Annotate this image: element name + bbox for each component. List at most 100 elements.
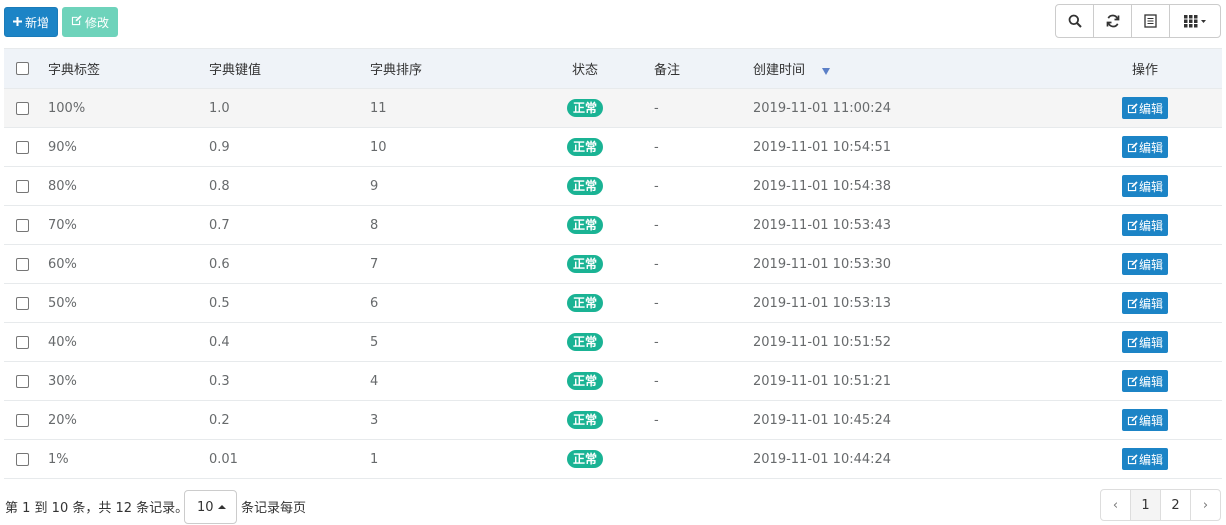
cell-status: 正常 bbox=[567, 99, 604, 117]
row-edit-button[interactable]: 编辑 bbox=[1122, 136, 1169, 158]
page-2-button[interactable]: 2 bbox=[1160, 489, 1191, 521]
row-checkbox[interactable] bbox=[16, 452, 29, 466]
row-edit-button[interactable]: 编辑 bbox=[1122, 175, 1169, 197]
row-checkbox[interactable] bbox=[16, 296, 29, 310]
row-checkbox[interactable] bbox=[16, 257, 29, 271]
cell-status: 正常 bbox=[567, 177, 604, 195]
row-edit-button[interactable]: 编辑 bbox=[1122, 448, 1169, 470]
cell-remark: - bbox=[654, 139, 659, 155]
cell-value: 0.4 bbox=[209, 334, 230, 350]
row-checkbox[interactable] bbox=[16, 374, 29, 388]
table-row[interactable]: 80% 0.8 9 正常 - 2019-11-01 10:54:38 编辑 bbox=[4, 167, 1222, 206]
cell-op: 编辑 bbox=[1122, 175, 1169, 197]
cell-status: 正常 bbox=[567, 138, 604, 156]
prev-page-button[interactable]: ‹ bbox=[1100, 489, 1131, 521]
search-icon bbox=[1068, 14, 1082, 28]
cell-sort: 10 bbox=[370, 139, 387, 155]
cell-sort: 3 bbox=[370, 412, 379, 428]
edit-icon bbox=[1127, 414, 1138, 425]
row-edit-button[interactable]: 编辑 bbox=[1122, 253, 1169, 275]
header-created[interactable]: 创建时间 bbox=[753, 59, 805, 78]
edit-icon bbox=[1127, 180, 1138, 191]
row-edit-label: 编辑 bbox=[1139, 140, 1164, 155]
cell-status: 正常 bbox=[567, 450, 604, 468]
status-badge: 正常 bbox=[567, 411, 604, 429]
toggle-view-icon bbox=[1144, 14, 1157, 28]
cell-op: 编辑 bbox=[1122, 214, 1169, 236]
row-edit-label: 编辑 bbox=[1139, 257, 1164, 272]
row-edit-button[interactable]: 编辑 bbox=[1122, 214, 1169, 236]
cell-created: 2019-11-01 11:00:24 bbox=[753, 100, 892, 116]
table-row[interactable]: 30% 0.3 4 正常 - 2019-11-01 10:51:21 编辑 bbox=[4, 362, 1222, 401]
cell-sort: 7 bbox=[370, 256, 379, 272]
table-row[interactable]: 50% 0.5 6 正常 - 2019-11-01 10:53:13 编辑 bbox=[4, 284, 1222, 323]
table-row[interactable]: 20% 0.2 3 正常 - 2019-11-01 10:45:24 编辑 bbox=[4, 401, 1222, 440]
cell-label: 1% bbox=[48, 451, 69, 467]
cell-created: 2019-11-01 10:53:13 bbox=[753, 295, 892, 311]
header-label[interactable]: 字典标签 bbox=[48, 59, 100, 78]
table-row[interactable]: 90% 0.9 10 正常 - 2019-11-01 10:54:51 编辑 bbox=[4, 128, 1222, 167]
header-value[interactable]: 字典键值 bbox=[209, 59, 261, 78]
row-checkbox[interactable] bbox=[16, 179, 29, 193]
table-row[interactable]: 70% 0.7 8 正常 - 2019-11-01 10:53:43 编辑 bbox=[4, 206, 1222, 245]
row-checkbox[interactable] bbox=[16, 335, 29, 349]
row-edit-button[interactable]: 编辑 bbox=[1122, 370, 1169, 392]
dictionary-table: 字典标签 字典键值 字典排序 状态 备注 创建时间 操作 100% 1.0 11 正常… bbox=[4, 48, 1222, 479]
cell-created: 2019-11-01 10:53:30 bbox=[753, 256, 892, 272]
page-size-suffix: 条记录每页 bbox=[241, 501, 307, 516]
table-row[interactable]: 1% 0.01 1 正常 2019-11-01 10:44:24 编辑 bbox=[4, 440, 1222, 479]
cell-sort: 5 bbox=[370, 334, 379, 350]
columns-button[interactable] bbox=[1169, 4, 1221, 38]
toggle-view-button[interactable] bbox=[1131, 4, 1170, 38]
table-row[interactable]: 40% 0.4 5 正常 - 2019-11-01 10:51:52 编辑 bbox=[4, 323, 1222, 362]
cell-status: 正常 bbox=[567, 216, 604, 234]
cell-value: 0.8 bbox=[209, 178, 230, 194]
edit-icon bbox=[1127, 141, 1138, 152]
cell-created: 2019-11-01 10:54:51 bbox=[753, 139, 892, 155]
header-op: 操作 bbox=[1132, 63, 1159, 78]
cell-value: 0.2 bbox=[209, 412, 230, 428]
cell-op: 编辑 bbox=[1122, 370, 1169, 392]
edit-button[interactable]: 修改 bbox=[62, 7, 119, 37]
header-remark[interactable]: 备注 bbox=[654, 59, 680, 78]
row-edit-button[interactable]: 编辑 bbox=[1122, 331, 1169, 353]
toolbar-right bbox=[1055, 4, 1221, 38]
plus-icon bbox=[13, 15, 22, 29]
row-edit-label: 编辑 bbox=[1139, 335, 1164, 350]
cell-status: 正常 bbox=[567, 372, 604, 390]
page-size-dropdown[interactable]: 10 bbox=[184, 490, 237, 524]
cell-label: 60% bbox=[48, 256, 77, 272]
cell-sort: 11 bbox=[370, 100, 387, 116]
select-all-checkbox[interactable] bbox=[16, 62, 29, 75]
status-badge: 正常 bbox=[567, 294, 604, 312]
row-checkbox[interactable] bbox=[16, 140, 29, 154]
table-row[interactable]: 60% 0.6 7 正常 - 2019-11-01 10:53:30 编辑 bbox=[4, 245, 1222, 284]
row-edit-button[interactable]: 编辑 bbox=[1122, 409, 1169, 431]
header-sort[interactable]: 字典排序 bbox=[370, 59, 422, 78]
cell-status: 正常 bbox=[567, 255, 604, 273]
search-button[interactable] bbox=[1055, 4, 1094, 38]
pagination: ‹ 1 2 › bbox=[1100, 489, 1221, 521]
row-checkbox[interactable] bbox=[16, 413, 29, 427]
cell-value: 0.9 bbox=[209, 139, 230, 155]
row-checkbox[interactable] bbox=[16, 218, 29, 232]
cell-remark: - bbox=[654, 334, 659, 350]
row-edit-button[interactable]: 编辑 bbox=[1122, 97, 1169, 119]
cell-label: 70% bbox=[48, 217, 77, 233]
table-row[interactable]: 100% 1.0 11 正常 - 2019-11-01 11:00:24 编辑 bbox=[4, 89, 1222, 128]
cell-sort: 8 bbox=[370, 217, 379, 233]
header-status[interactable]: 状态 bbox=[572, 59, 598, 78]
row-edit-label: 编辑 bbox=[1139, 296, 1164, 311]
cell-remark: - bbox=[654, 373, 659, 389]
row-checkbox[interactable] bbox=[16, 101, 29, 115]
add-button-label: 新增 bbox=[25, 15, 50, 30]
page-1-button[interactable]: 1 bbox=[1130, 489, 1161, 521]
add-button[interactable]: 新增 bbox=[4, 7, 59, 37]
sort-desc-icon[interactable] bbox=[822, 68, 830, 75]
refresh-button[interactable] bbox=[1093, 4, 1132, 38]
edit-icon bbox=[1127, 219, 1138, 230]
row-edit-button[interactable]: 编辑 bbox=[1122, 292, 1169, 314]
edit-icon bbox=[1127, 375, 1138, 386]
edit-icon bbox=[1127, 453, 1138, 464]
next-page-button[interactable]: › bbox=[1190, 489, 1221, 521]
